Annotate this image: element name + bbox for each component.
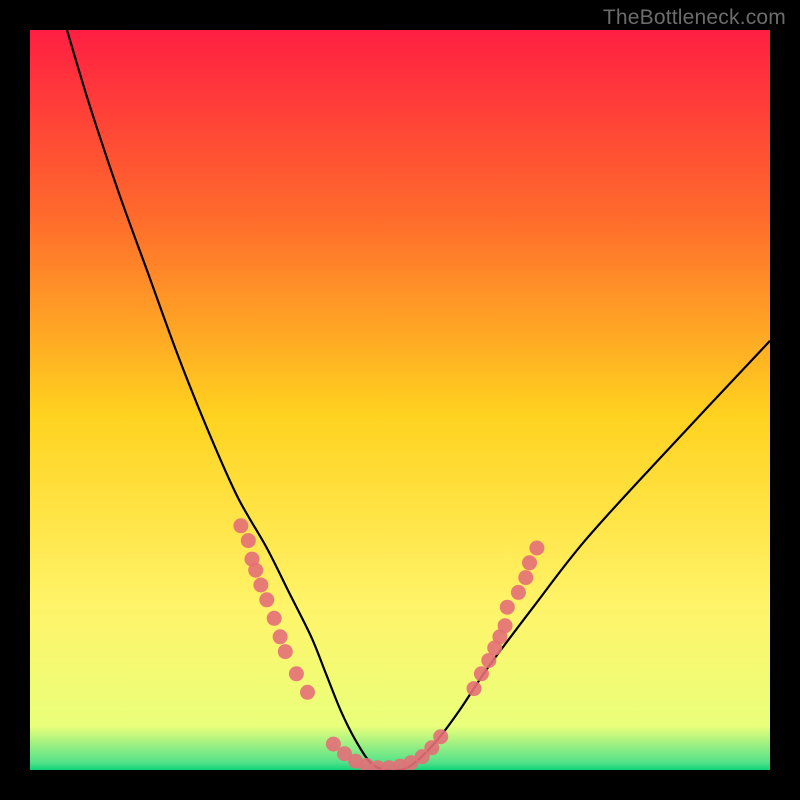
data-dot [474, 666, 489, 681]
data-dot [498, 618, 513, 633]
chart-svg [30, 30, 770, 770]
data-dot [267, 611, 282, 626]
data-dot [278, 644, 293, 659]
data-dot [289, 666, 304, 681]
chart-frame: TheBottleneck.com [0, 0, 800, 800]
data-dot [248, 563, 263, 578]
data-dot [518, 570, 533, 585]
chart-plot-area [30, 30, 770, 770]
data-dot [529, 541, 544, 556]
data-dot [241, 533, 256, 548]
data-dot [233, 518, 248, 533]
watermark-text: TheBottleneck.com [603, 6, 786, 30]
data-dot [253, 578, 268, 593]
data-dot [259, 592, 274, 607]
data-dot [511, 585, 526, 600]
data-dot [300, 685, 315, 700]
data-dot [433, 729, 448, 744]
data-dot [522, 555, 537, 570]
data-dot [273, 629, 288, 644]
chart-background [30, 30, 770, 770]
data-dot [500, 600, 515, 615]
data-dot [467, 681, 482, 696]
